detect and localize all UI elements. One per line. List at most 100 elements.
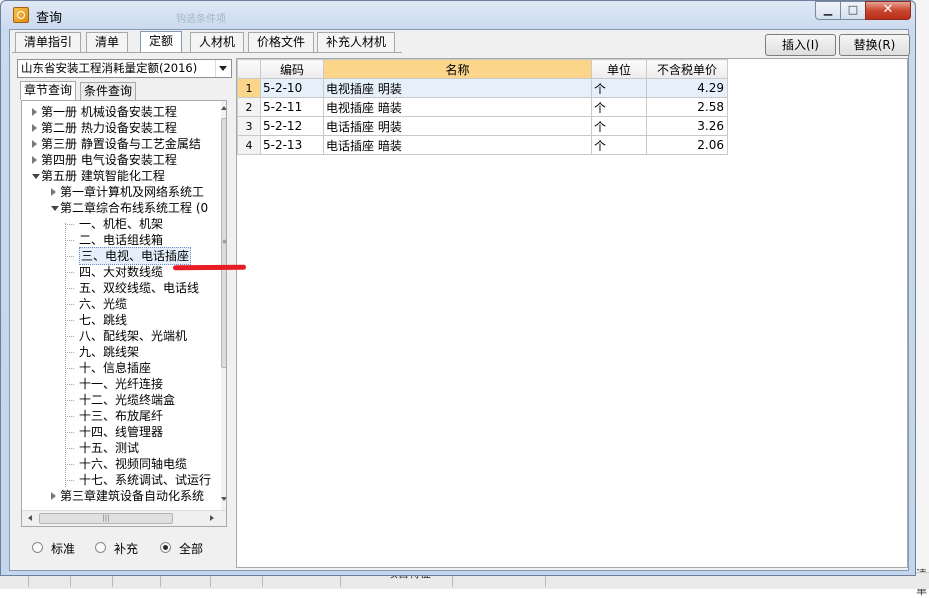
cell-unit[interactable]: 个 xyxy=(591,97,647,117)
tree-item[interactable]: 十五、测试 xyxy=(22,440,220,456)
tree-item[interactable]: 十二、光缆终端盒 xyxy=(22,392,220,408)
insert-button[interactable]: 插入(I) xyxy=(765,34,836,56)
table-row[interactable]: 4 5-2-13 电话插座 暗装 个 2.06 xyxy=(237,135,728,155)
radio-dot[interactable] xyxy=(32,542,43,553)
scroll-down-arrow-icon[interactable] xyxy=(221,497,226,501)
expand-arrow-icon[interactable] xyxy=(32,124,37,132)
quota-database-select[interactable]: 山东省安装工程消耗量定额(2016) xyxy=(17,59,232,78)
cell-price[interactable]: 4.29 xyxy=(646,78,728,98)
tab-list[interactable]: 清单 xyxy=(86,32,129,52)
column-header-unit[interactable]: 单位 xyxy=(591,59,647,79)
scroll-left-arrow-icon[interactable] xyxy=(28,515,32,521)
cell-unit[interactable]: 个 xyxy=(591,78,647,98)
tree-item[interactable]: 十六、视频同轴电缆 xyxy=(22,456,220,472)
tree-connector xyxy=(65,448,74,449)
scroll-right-arrow-icon[interactable] xyxy=(210,515,214,521)
tree-connector xyxy=(65,224,74,225)
expand-arrow-icon[interactable] xyxy=(32,108,37,116)
maximize-button[interactable]: □ xyxy=(840,1,866,20)
tree-item-label: 九、跳线架 xyxy=(79,345,140,359)
table-row[interactable]: 3 5-2-12 电话插座 明装 个 3.26 xyxy=(237,116,728,136)
tab-chapter-query[interactable]: 章节查询 xyxy=(20,81,77,100)
tree-connector xyxy=(65,464,74,465)
tree-item[interactable]: 十七、系统调试、试运行 xyxy=(22,472,220,488)
tab-labor-material-machine[interactable]: 人材机 xyxy=(190,32,245,52)
tab-condition-query[interactable]: 条件查询 xyxy=(80,82,137,100)
close-button[interactable]: ✕ xyxy=(865,1,911,20)
column-header-price[interactable]: 不含税单价 xyxy=(646,59,728,79)
chevron-down-icon[interactable] xyxy=(215,60,231,77)
tree-item[interactable]: 第四册 电气设备安装工程 xyxy=(22,152,220,168)
cell-price[interactable]: 3.26 xyxy=(646,116,728,136)
tree-horizontal-scrollbar[interactable]: ||| xyxy=(22,510,226,526)
tree-connector xyxy=(65,304,74,305)
replace-button[interactable]: 替换(R) xyxy=(839,34,910,56)
tree-item-label: 第二章综合布线系统工程 (0 xyxy=(60,201,209,215)
expand-arrow-icon[interactable] xyxy=(51,492,56,500)
tab-quota[interactable]: 定额 xyxy=(140,31,183,53)
expand-arrow-icon[interactable] xyxy=(32,140,37,148)
tree-item[interactable]: 十一、光纤连接 xyxy=(22,376,220,392)
tree-item[interactable]: 三、电视、电话插座 xyxy=(22,247,220,265)
radio-label: 全部 xyxy=(179,542,204,556)
tree-hscroll-thumb[interactable]: ||| xyxy=(39,513,173,524)
cell-name[interactable]: 电话插座 明装 xyxy=(323,116,592,136)
tree-item[interactable]: 九、跳线架 xyxy=(22,344,220,360)
tree-item[interactable]: 第二章综合布线系统工程 (0 xyxy=(22,200,220,216)
radio-dot[interactable] xyxy=(95,542,106,553)
column-header-rownum xyxy=(237,59,261,79)
tab-supplementary-materials[interactable]: 补充人材机 xyxy=(317,32,396,52)
cell-name[interactable]: 电视插座 明装 xyxy=(323,78,592,98)
expand-arrow-icon[interactable] xyxy=(51,188,56,196)
tree-item[interactable]: 八、配线架、光端机 xyxy=(22,328,220,344)
cell-code[interactable]: 5-2-10 xyxy=(260,78,324,98)
titlebar[interactable]: 查询 钩选条件项 ▁ □ ✕ xyxy=(1,1,915,29)
cell-unit[interactable]: 个 xyxy=(591,116,647,136)
cell-code[interactable]: 5-2-11 xyxy=(260,97,324,117)
row-number: 4 xyxy=(237,135,261,155)
tree-item[interactable]: 六、光缆 xyxy=(22,296,220,312)
tree-item[interactable]: 第二册 热力设备安装工程 xyxy=(22,120,220,136)
cell-price[interactable]: 2.58 xyxy=(646,97,728,117)
app-icon xyxy=(13,7,29,23)
cell-price[interactable]: 2.06 xyxy=(646,135,728,155)
row-number: 1 xyxy=(237,78,261,98)
tree-item-label: 十五、测试 xyxy=(79,441,140,455)
table-row[interactable]: 2 5-2-11 电视插座 暗装 个 2.58 xyxy=(237,97,728,117)
cell-name[interactable]: 电视插座 暗装 xyxy=(323,97,592,117)
cell-code[interactable]: 5-2-12 xyxy=(260,116,324,136)
column-header-code[interactable]: 编码 xyxy=(260,59,324,79)
tree-scroll-thumb[interactable]: ≡ xyxy=(221,118,226,368)
cell-unit[interactable]: 个 xyxy=(591,135,647,155)
minimize-button[interactable]: ▁ xyxy=(815,1,841,20)
cell-name[interactable]: 电话插座 暗装 xyxy=(323,135,592,155)
tree-item[interactable]: 十三、布放尾纤 xyxy=(22,408,220,424)
tree-item[interactable]: 七、跳线 xyxy=(22,312,220,328)
tree-item[interactable]: 第五册 建筑智能化工程 xyxy=(22,168,220,184)
tree-item[interactable]: 第一册 机械设备安装工程 xyxy=(22,104,220,120)
tab-list-guide[interactable]: 清单指引 xyxy=(15,32,82,52)
tree-item[interactable]: 二、电话组线箱 xyxy=(22,232,220,248)
tree-item[interactable]: 十四、线管理器 xyxy=(22,424,220,440)
tree-vertical-scrollbar[interactable]: ≡ xyxy=(221,101,226,511)
minimize-icon: ▁ xyxy=(823,3,833,16)
cell-code[interactable]: 5-2-13 xyxy=(260,135,324,155)
tree-item[interactable]: 一、机柜、机架 xyxy=(22,216,220,232)
expand-arrow-icon[interactable] xyxy=(32,156,37,164)
tree-item[interactable]: 第三册 静置设备与工艺金属结 xyxy=(22,136,220,152)
tree-item[interactable]: 五、双绞线缆、电话线 xyxy=(22,280,220,296)
tree-item[interactable]: 十、信息插座 xyxy=(22,360,220,376)
collapse-arrow-icon[interactable] xyxy=(32,174,40,179)
radio-dot[interactable] xyxy=(160,542,171,553)
tree-connector xyxy=(65,352,74,353)
tab-price-file[interactable]: 价格文件 xyxy=(248,32,315,52)
quota-results-grid: 编码 名称 单位 不含税单价 1 5-2-10 电视插座 明装 个 4.29 2… xyxy=(236,58,908,568)
scroll-up-arrow-icon[interactable] xyxy=(221,106,226,110)
collapse-arrow-icon[interactable] xyxy=(51,206,59,211)
tree-item[interactable]: 第三章建筑设备自动化系统 xyxy=(22,488,220,504)
tree-connector xyxy=(65,272,74,273)
table-row[interactable]: 1 5-2-10 电视插座 明装 个 4.29 xyxy=(237,78,728,98)
radio-label: 标准 xyxy=(51,542,76,556)
column-header-name[interactable]: 名称 xyxy=(323,59,592,79)
tree-item[interactable]: 第一章计算机及网络系统工 xyxy=(22,184,220,200)
